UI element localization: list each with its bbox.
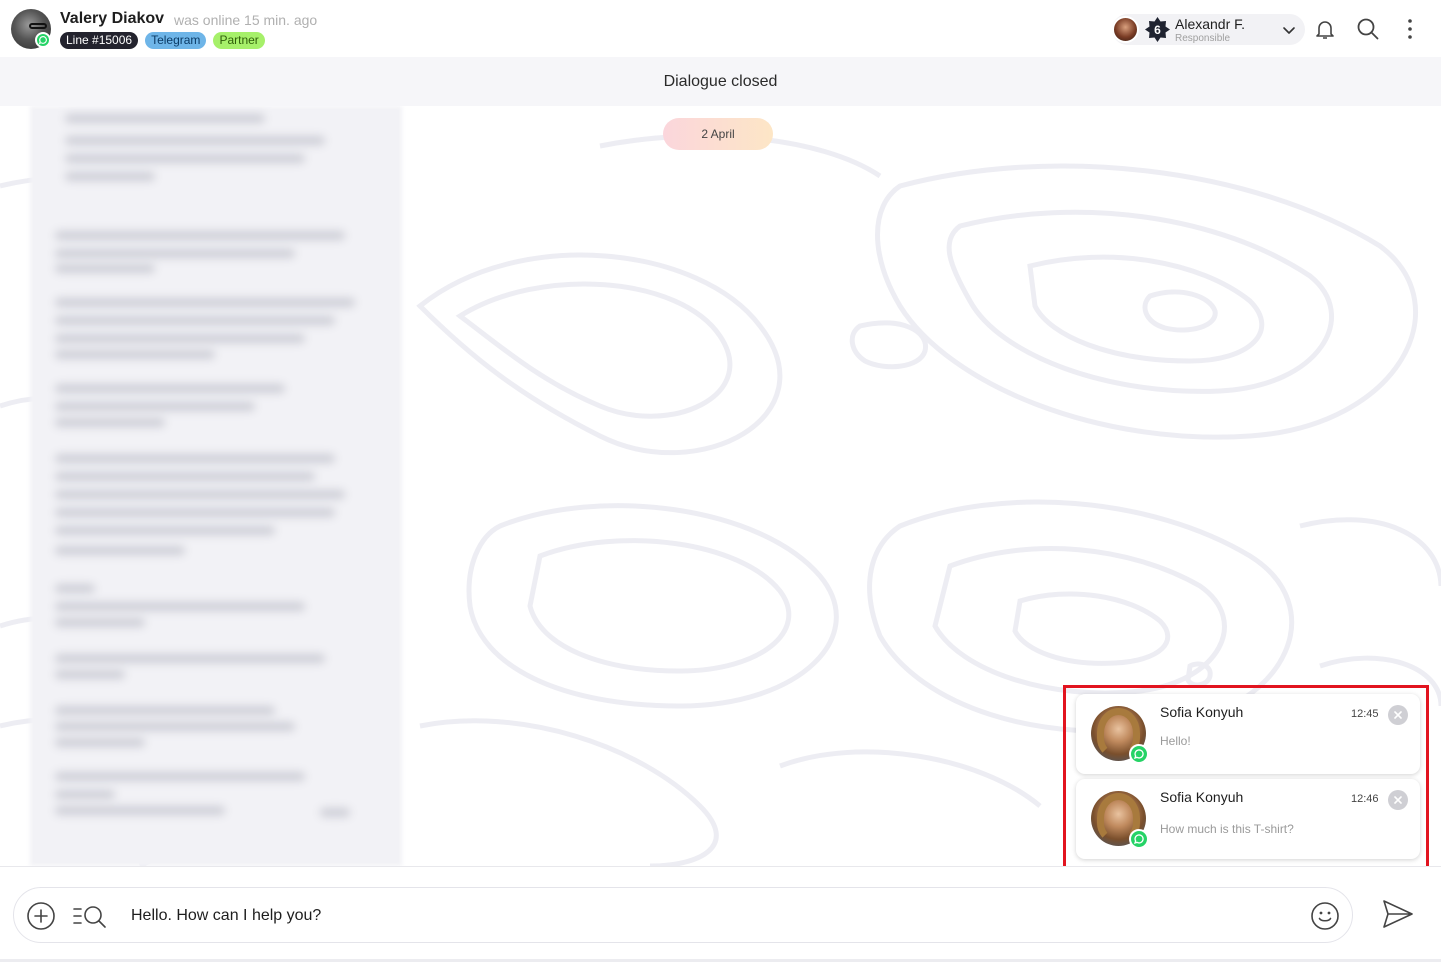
tag-telegram[interactable]: Telegram <box>145 32 207 49</box>
level-badge-count: 6 <box>1154 22 1161 37</box>
message-input[interactable] <box>131 902 1291 930</box>
notification-card[interactable]: Sofia Konyuh 12:45 Hello! <box>1076 694 1420 774</box>
responsible-selector[interactable]: 6 Alexandr F. Responsible <box>1112 14 1305 45</box>
level-badge-icon: 6 <box>1144 16 1171 43</box>
notification-time: 12:46 <box>1351 793 1379 805</box>
contact-name[interactable]: Valery Diakov <box>60 10 164 28</box>
notification-message: How much is this T-shirt? <box>1160 822 1294 836</box>
date-separator: 2 April <box>663 118 773 150</box>
last-seen-status: was online 15 min. ago <box>174 12 318 28</box>
bell-icon[interactable] <box>1313 17 1337 41</box>
whatsapp-icon <box>35 32 51 48</box>
notification-time: 12:45 <box>1351 708 1379 720</box>
tag-line[interactable]: Line #15006 <box>60 32 139 49</box>
blurred-message-history <box>30 106 402 866</box>
notification-card[interactable]: Sofia Konyuh 12:46 How much is this T-sh… <box>1076 779 1420 859</box>
dialogue-status-text: Dialogue closed <box>663 72 778 90</box>
notification-sender: Sofia Konyuh <box>1160 789 1244 805</box>
add-attachment-icon[interactable] <box>26 901 56 931</box>
date-separator-label: 2 April <box>701 127 735 141</box>
quick-replies-search-icon[interactable] <box>72 901 108 931</box>
composer-area <box>0 866 1441 962</box>
whatsapp-icon <box>1129 829 1149 849</box>
responsible-role: Responsible <box>1175 33 1231 44</box>
contact-tags: Line #15006 Telegram Partner <box>60 32 265 49</box>
notification-message: Hello! <box>1160 734 1191 748</box>
chat-header: Valery Diakov was online 15 min. ago Lin… <box>0 0 1441 57</box>
notification-sender: Sofia Konyuh <box>1160 704 1244 720</box>
whatsapp-icon <box>1129 744 1149 764</box>
avatar-glasses-detail <box>29 23 47 29</box>
message-composer <box>13 887 1353 943</box>
emoji-icon[interactable] <box>1310 901 1340 931</box>
more-menu-icon[interactable] <box>1398 17 1422 41</box>
search-icon[interactable] <box>1356 17 1380 41</box>
chevron-down-icon <box>1283 27 1295 34</box>
tag-partner[interactable]: Partner <box>213 32 265 49</box>
responsible-avatar <box>1112 16 1139 43</box>
send-icon[interactable] <box>1381 897 1415 931</box>
close-icon[interactable] <box>1388 705 1408 725</box>
close-icon[interactable] <box>1388 790 1408 810</box>
dialogue-status-bar: Dialogue closed <box>0 57 1441 106</box>
responsible-name: Alexandr F. <box>1175 16 1246 32</box>
